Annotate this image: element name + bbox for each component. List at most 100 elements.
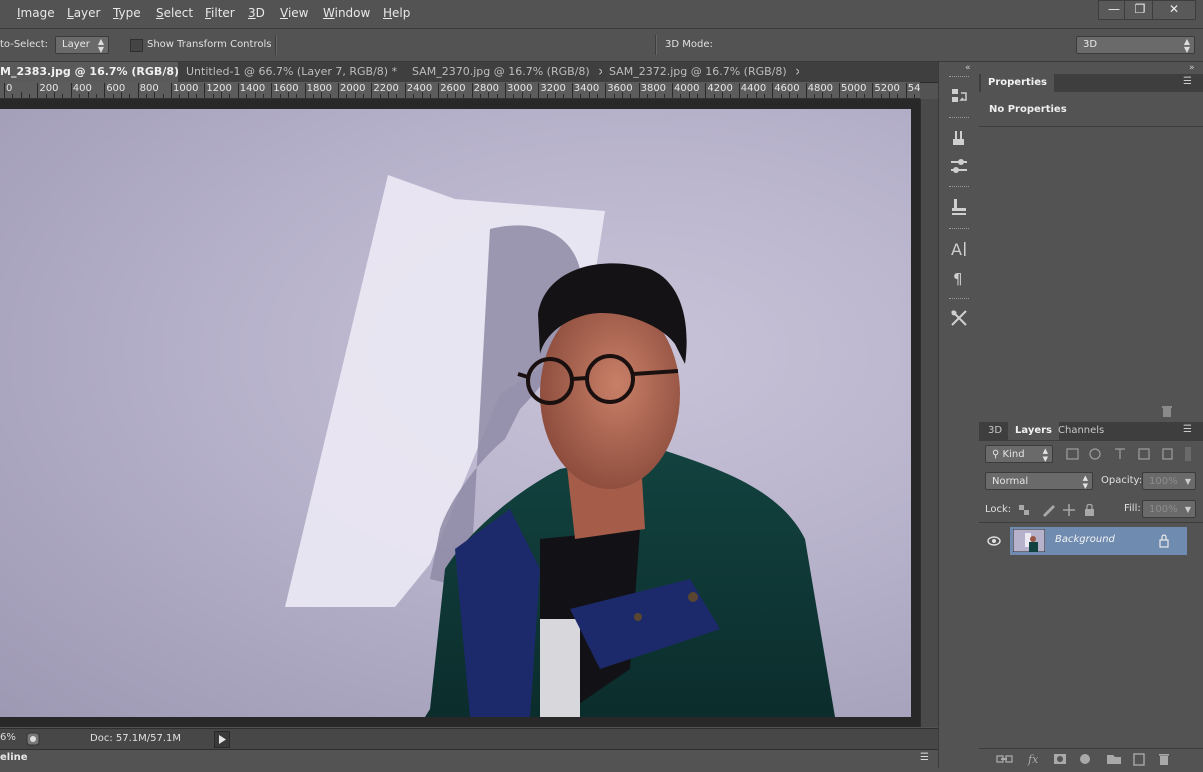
tab-sam-2372[interactable]: SAM_2372.jpg @ 16.7% (RGB/8) × <box>609 62 799 82</box>
tab-close-icon[interactable]: × <box>405 65 406 78</box>
tab-channels[interactable]: Channels <box>1051 422 1111 440</box>
panel-menu-icon[interactable]: ☰ <box>920 752 929 763</box>
separator <box>655 35 657 55</box>
auto-select-value: Layer <box>62 39 90 50</box>
ruler-label: 4400 <box>740 83 767 94</box>
tab-close-icon[interactable]: × <box>795 65 799 78</box>
ruler-label: 3000 <box>507 83 533 94</box>
ruler-tick <box>371 83 373 98</box>
ruler-tick <box>287 92 289 98</box>
status-menu-button[interactable] <box>214 731 230 748</box>
trash-icon[interactable] <box>1160 404 1174 418</box>
dropdown-arrows-icon: ▲ ▼ <box>1082 474 1088 490</box>
layer-row-background[interactable]: Background <box>1010 527 1187 555</box>
menu-select[interactable]: Select <box>156 6 193 20</box>
fill-field[interactable]: 100% ▼ <box>1142 500 1196 518</box>
ruler-tick <box>713 94 715 98</box>
timeline-tab[interactable]: eline <box>0 752 28 763</box>
menu-help[interactable]: Help <box>383 6 410 20</box>
ruler-tick <box>404 83 406 98</box>
ruler-label: 0 <box>6 83 13 94</box>
blend-mode-dropdown[interactable]: Normal ▲ ▼ <box>985 472 1093 490</box>
ruler-tick <box>45 94 47 98</box>
lock-image-icon <box>1043 505 1055 517</box>
ruler-label: 1400 <box>239 83 266 94</box>
ruler-label: 4600 <box>774 83 800 94</box>
tab-properties[interactable]: Properties <box>981 74 1054 92</box>
ruler-tick <box>262 94 264 98</box>
ruler-label: 3400 <box>573 83 600 94</box>
status-share-icon[interactable] <box>26 732 40 746</box>
ruler-tick <box>254 92 256 98</box>
expand-arrows-icon[interactable]: » <box>1189 63 1195 73</box>
ruler-label: 1200 <box>206 83 232 94</box>
menu-type[interactable]: Type <box>113 6 141 20</box>
dock-grip[interactable] <box>949 186 969 189</box>
brush-presets-icon[interactable] <box>949 129 969 149</box>
ruler-tick <box>421 92 423 98</box>
clone-source-icon[interactable] <box>949 197 969 217</box>
filter-toggle-icon <box>1185 447 1191 461</box>
ruler-label: 400 <box>72 83 92 94</box>
ruler-tick <box>588 92 590 98</box>
filter-smartobject-icon <box>1162 448 1173 460</box>
ruler-tick <box>162 94 164 98</box>
ruler-tick <box>454 92 456 98</box>
workspace-dropdown[interactable]: 3D ▲ ▼ <box>1076 36 1195 54</box>
document-photo[interactable] <box>0 109 911 717</box>
menu-filter[interactable]: Filter <box>205 6 235 20</box>
horizontal-ruler[interactable]: 0 200 400 600 800 1000 1200 1400 1600 1800 2000 220… <box>0 82 920 99</box>
panel-menu-icon[interactable]: ☰ <box>1183 76 1192 87</box>
tab-label: SAM_2372.jpg @ 16.7% (RGB/8) <box>609 65 787 78</box>
dock-grip[interactable] <box>949 117 969 120</box>
menu-3d[interactable]: 3D <box>248 6 265 20</box>
brush-icon[interactable] <box>949 157 969 177</box>
show-transform-checkbox[interactable] <box>130 39 143 52</box>
ruler-tick <box>54 92 56 98</box>
layers-bottom-toolbar: fx <box>979 748 1203 769</box>
tab-untitled-1[interactable]: Untitled-1 @ 66.7% (Layer 7, RGB/8) * × <box>186 62 406 82</box>
ruler-tick <box>580 94 582 98</box>
canvas-area[interactable] <box>0 99 920 727</box>
vertical-scrollbar[interactable] <box>920 99 938 727</box>
layer-visibility-toggle[interactable] <box>979 527 1009 555</box>
layer-thumbnail <box>1013 529 1045 552</box>
ruler-tick <box>722 92 724 98</box>
menu-window[interactable]: Window <box>323 6 370 20</box>
zoom-level[interactable]: 6% <box>0 732 16 743</box>
menu-view[interactable]: View <box>280 6 308 20</box>
panel-menu-icon[interactable]: ☰ <box>1183 424 1192 435</box>
paragraph-icon[interactable]: ¶ <box>949 268 969 288</box>
status-bar: 6% Doc: 57.1M/57.1M <box>0 728 938 749</box>
history-icon[interactable] <box>949 87 969 107</box>
minimize-icon: — <box>1108 2 1120 16</box>
auto-select-dropdown[interactable]: Layer ▲ ▼ <box>55 36 109 54</box>
opacity-field[interactable]: 100% ▼ <box>1142 472 1196 490</box>
tab-3d[interactable]: 3D <box>981 422 1009 440</box>
character-icon[interactable]: A <box>949 239 969 259</box>
layer-filter-dropdown[interactable]: ⚲ Kind ▲ ▼ <box>985 445 1053 463</box>
ruler-label: 2400 <box>406 83 433 94</box>
ruler-tick <box>179 94 181 98</box>
ruler-tick <box>137 83 139 98</box>
tool-presets-icon[interactable] <box>949 308 969 328</box>
ruler-tick <box>797 94 799 98</box>
dock-grip[interactable] <box>949 228 969 231</box>
menu-image[interactable]: Image <box>17 6 55 20</box>
menu-layer[interactable]: Layer <box>67 6 100 20</box>
tab-sam-2370[interactable]: SAM_2370.jpg @ 16.7% (RGB/8) × <box>412 62 602 82</box>
dock-grip[interactable] <box>949 298 969 301</box>
search-icon: ⚲ <box>992 449 1000 460</box>
doc-size-info: Doc: 57.1M/57.1M <box>90 733 182 744</box>
tab-sam-2383[interactable]: M_2383.jpg @ 16.7% (RGB/8) *× <box>0 62 178 82</box>
dock-grip[interactable] <box>949 76 969 79</box>
ruler-tick <box>872 83 874 98</box>
collapse-arrows-icon[interactable]: « <box>965 63 971 73</box>
ruler-tick <box>646 94 648 98</box>
tab-close-icon[interactable]: × <box>598 65 602 78</box>
filter-kind-value: Kind <box>1002 449 1025 460</box>
collapsed-panel-dock: « A ¶ <box>938 62 980 768</box>
ruler-tick <box>813 94 815 98</box>
close-button[interactable]: ✕ <box>1152 0 1196 20</box>
ruler-tick <box>672 83 673 98</box>
